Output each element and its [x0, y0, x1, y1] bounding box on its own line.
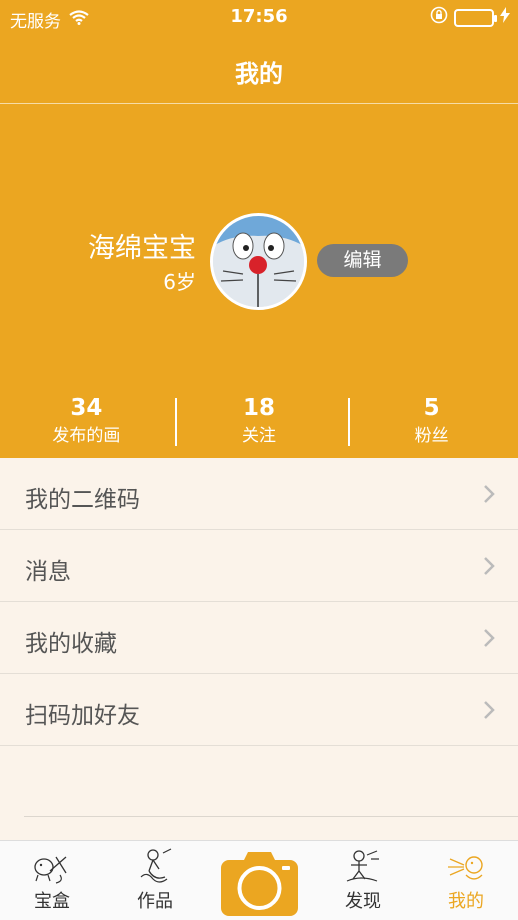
tab-me[interactable]: 我的	[421, 847, 511, 913]
stat-divider	[348, 398, 350, 446]
edit-profile-button[interactable]: 编辑	[317, 244, 408, 277]
menu-item-qrcode[interactable]: 我的二维码	[0, 458, 518, 530]
tab-works[interactable]: 作品	[110, 847, 200, 913]
avatar[interactable]	[210, 213, 307, 310]
chevron-right-icon	[484, 629, 495, 647]
tab-label: 我的	[448, 891, 484, 912]
tab-treasure-box[interactable]: 宝盒	[7, 847, 97, 913]
profile-header: 海绵宝宝 6岁 编辑 34 发布的画 18 关注 5 粉丝	[0, 104, 518, 458]
menu-item-messages[interactable]: 消息	[0, 530, 518, 602]
menu-item-favorites[interactable]: 我的收藏	[0, 602, 518, 674]
chevron-right-icon	[484, 557, 495, 575]
stat-following[interactable]: 18 关注	[173, 392, 346, 452]
charging-icon	[500, 7, 510, 28]
works-icon	[140, 848, 172, 883]
battery-icon	[454, 8, 497, 27]
divider	[24, 816, 518, 817]
menu-item-label: 扫码加好友	[25, 703, 140, 729]
status-right	[430, 6, 510, 29]
me-icon	[448, 856, 483, 880]
stat-label: 关注	[242, 426, 276, 446]
camera-icon	[221, 852, 298, 916]
tab-discover[interactable]: 发现	[318, 847, 408, 913]
stat-value: 18	[243, 395, 276, 421]
stat-label: 发布的画	[52, 426, 121, 446]
rotation-lock-icon	[430, 6, 448, 29]
stat-fans[interactable]: 5 粉丝	[345, 392, 518, 452]
tab-label: 作品	[137, 891, 173, 912]
treasure-box-icon	[34, 856, 67, 884]
menu-item-scan-add-friend[interactable]: 扫码加好友	[0, 674, 518, 746]
menu-item-label: 消息	[25, 559, 71, 585]
stat-paintings[interactable]: 34 发布的画	[0, 392, 173, 452]
doraemon-avatar-icon	[213, 216, 304, 307]
page-title: 我的	[235, 60, 283, 88]
stats-row: 34 发布的画 18 关注 5 粉丝	[0, 392, 518, 452]
nav-bar: 我的	[0, 36, 518, 104]
chevron-right-icon	[484, 485, 495, 503]
menu-item-label: 我的二维码	[25, 487, 140, 513]
stat-value: 5	[423, 395, 440, 421]
stat-label: 粉丝	[414, 426, 449, 446]
tab-label: 宝盒	[34, 891, 70, 912]
chevron-right-icon	[484, 701, 495, 719]
status-bar: 无服务 17:56	[0, 0, 518, 36]
discover-icon	[346, 850, 379, 882]
menu-list: 我的二维码 消息 我的收藏 扫码加好友	[0, 458, 518, 746]
stat-divider	[175, 398, 177, 446]
profile-name: 海绵宝宝	[88, 233, 196, 264]
tab-label: 发现	[345, 891, 381, 912]
stat-value: 34	[70, 395, 103, 421]
camera-button[interactable]	[220, 850, 299, 916]
menu-item-label: 我的收藏	[25, 631, 117, 657]
profile-age: 6岁	[163, 270, 196, 294]
